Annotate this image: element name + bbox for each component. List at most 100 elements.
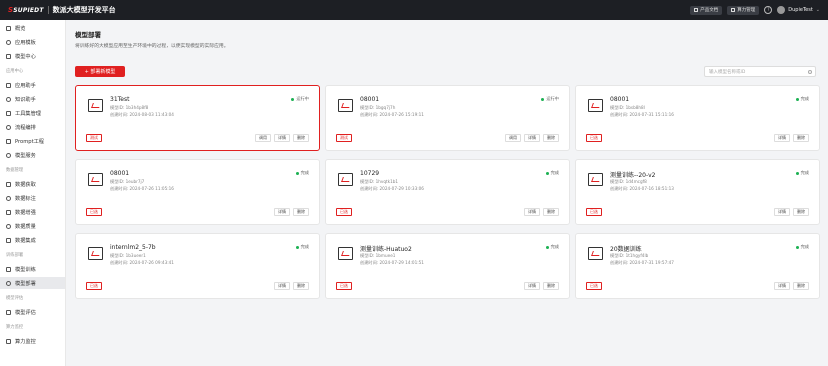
model-card[interactable]: 10729 模型ID: 1hvqtk1b1 创建时间: 2024-07-29 10:… [325,159,570,225]
sidebar-item[interactable]: 数据增强 [0,206,65,218]
docs-button[interactable]: 产品文档 [690,5,723,15]
card-action-button[interactable]: 详情 [274,134,290,142]
sidebar-item[interactable]: 数据获取 [0,178,65,190]
model-card[interactable]: 08001 模型ID: 1eubr7j7 创建时间: 2024-07-26 11:0… [75,159,320,225]
search-input[interactable]: 输入模型名称或ID [704,66,816,77]
created-time: 创建时间: 2024-07-26 11:05:16 [110,186,174,191]
card-actions: 详情 删除 [524,282,559,290]
sidebar-item-label: 模型部署 [15,280,36,287]
env-tag: 已选 [336,282,352,290]
sidebar-item[interactable]: 数据质量 [0,220,65,232]
card-action-button[interactable]: 详情 [274,208,290,216]
model-card[interactable]: 08001 模型ID: 1bgq7j7h 创建时间: 2024-07-26 15:1… [325,85,570,151]
card-action-button[interactable]: 删除 [793,282,809,290]
env-tag: 已选 [86,208,102,216]
page-description: 将训练好的大模型应用至生产环境中的过程，以便实现模型的实际应用。 [75,44,229,49]
status-label: 运行中 [296,96,309,101]
model-card[interactable]: 08001 模型ID: 1bsb8h8l 创建时间: 2024-07-31 15:1… [575,85,820,151]
card-action-button[interactable]: 详情 [524,134,540,142]
card-actions: 详情 删除 [774,134,809,142]
section-app: 应用中心 [6,69,24,74]
sidebar-item-label: 算力监控 [15,338,36,345]
card-action-button[interactable]: 详情 [524,208,540,216]
status-dot-icon [295,171,299,175]
search-icon[interactable] [808,69,812,74]
service-icon [6,152,11,158]
sidebar-item[interactable]: 模型训练 [0,263,65,275]
model-card[interactable]: 测量训练--20-v2 模型ID: 1d4mcgf8 创建时间: 2024-07-1… [575,159,820,225]
brand-logo[interactable]: SSUPIEDT [8,6,44,14]
user-menu[interactable]: DupieTest ⌄ [777,6,820,14]
card-action-button[interactable]: 删除 [543,134,559,142]
sidebar-item[interactable]: 数据集成 [0,234,65,246]
card-action-button[interactable]: 详情 [274,282,290,290]
env-tag: 已选 [336,208,352,216]
knowledge-icon [6,96,11,102]
data-label-icon [6,195,11,201]
env-tag: 测试 [86,134,102,142]
card-action-button[interactable]: 删除 [293,208,309,216]
sidebar-item[interactable]: 算力监控 [0,335,65,347]
help-icon[interactable]: ? [764,6,773,14]
sidebar-item[interactable]: 数据标注 [0,192,65,204]
status-label: 完成 [800,96,809,101]
sidebar-item[interactable]: 概览 [0,22,65,34]
model-name: 测量训练--20-v2 [610,172,656,179]
env-tag: 测试 [336,134,352,142]
model-card[interactable]: internlm2_5-7b 模型ID: 1b3ueer1 创建时间: 2024-0… [75,233,320,299]
card-action-button[interactable]: 删除 [793,208,809,216]
sidebar-item[interactable]: 模型中心 [0,50,65,62]
status-dot-icon [541,97,545,101]
model-thumbnail-icon [88,173,103,186]
card-action-button[interactable]: 调用 [255,134,271,142]
card-action-button[interactable]: 详情 [774,134,790,142]
card-action-button[interactable]: 删除 [793,134,809,142]
status-dot-icon [795,171,799,175]
env-tag: 已选 [586,134,602,142]
sidebar-item[interactable]: Prompt工程 [0,135,65,147]
card-action-button[interactable]: 调用 [505,134,521,142]
sidebar-item[interactable]: 模型部署 [0,277,65,289]
card-action-button[interactable]: 详情 [524,282,540,290]
created-time: 创建时间: 2024-07-29 14:01:51 [360,260,424,265]
card-action-button[interactable]: 详情 [774,282,790,290]
model-id: 模型ID: 1eubr7j7 [110,179,145,184]
model-name: 08001 [610,96,630,103]
sidebar-item-label: 模型评估 [15,309,36,316]
model-card[interactable]: 20数据训练 模型ID: 1t1hgyf4lb 创建时间: 2024-07-31 1… [575,233,820,299]
sidebar-item-label: 数据集成 [15,237,36,244]
status-label: 完成 [800,170,809,175]
create-deployment-button[interactable]: + 部署新模型 [75,66,125,77]
sidebar-item[interactable]: 模型服务 [0,149,65,161]
doc-icon [694,8,699,12]
sidebar-item[interactable]: 模型评估 [0,306,65,318]
card-action-button[interactable]: 删除 [293,282,309,290]
card-actions: 调用 详情 删除 [255,134,309,142]
created-time: 创建时间: 2024-07-29 10:33:06 [360,186,424,191]
model-card[interactable]: 测量训练-Huatuo2 模型ID: 1bmuee1 创建时间: 2024-07-2… [325,233,570,299]
sidebar-item[interactable]: 知识助手 [0,93,65,105]
compute-button[interactable]: 算力管理 [727,5,760,15]
username: DupieTest [788,7,813,13]
card-action-button[interactable]: 详情 [774,208,790,216]
model-id: 模型ID: 1b3ueer1 [110,253,146,258]
status-label: 运行中 [546,96,559,101]
card-actions: 详情 删除 [274,282,309,290]
status-label: 完成 [550,244,559,249]
card-action-button[interactable]: 删除 [293,134,309,142]
deploy-icon [6,280,11,286]
data-acquire-icon [6,181,11,187]
model-id: 模型ID: 1hvqtk1b1 [360,179,399,184]
status-dot-icon [295,245,299,249]
model-card[interactable]: 31Test 模型ID: 1b3h4p8f8 创建时间: 2024-08-03 11… [75,85,320,151]
status-label: 完成 [550,170,559,175]
sidebar-item-label: 数据增强 [15,209,36,216]
sidebar-item[interactable]: 应用助手 [0,79,65,91]
model-id: 模型ID: 1t1hgyf4lb [610,253,649,258]
card-action-button[interactable]: 删除 [543,282,559,290]
sidebar-item[interactable]: 流程编排 [0,121,65,133]
sidebar-item[interactable]: 工具集管理 [0,107,65,119]
card-action-button[interactable]: 删除 [543,208,559,216]
sidebar-item[interactable]: 应用模板 [0,36,65,48]
env-tag: 已选 [586,208,602,216]
